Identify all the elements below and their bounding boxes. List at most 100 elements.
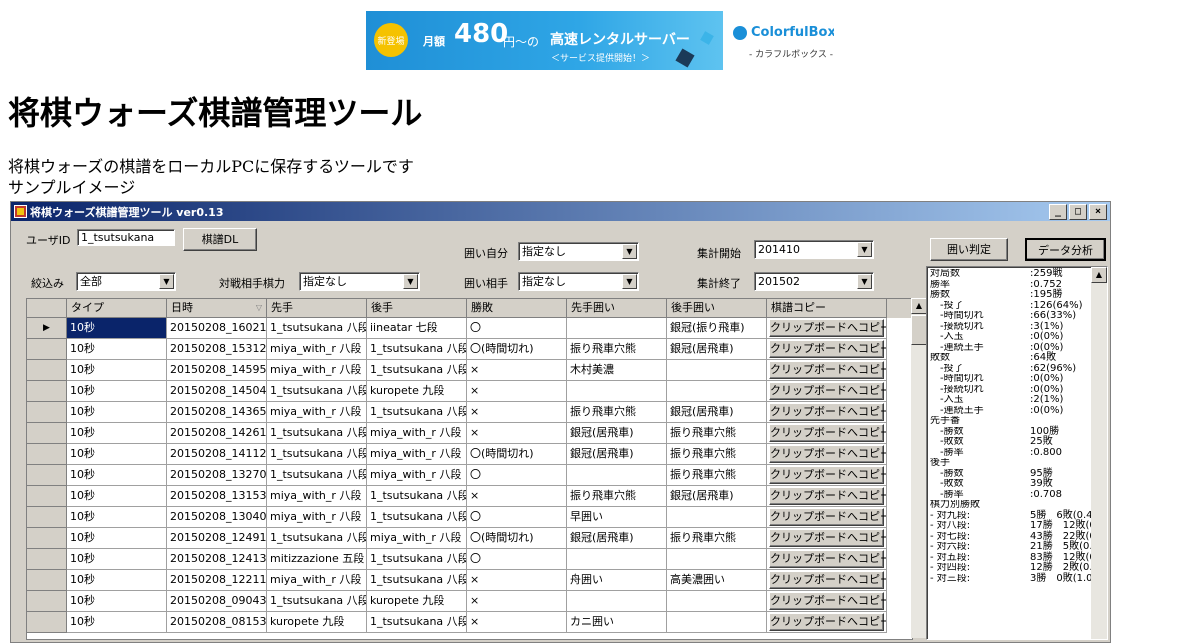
cell-sente[interactable]: miya_with_r 八段 [267,339,367,360]
column-header-gote[interactable]: 後手 [367,299,467,318]
castle-judge-button[interactable]: 囲い判定 [930,238,1008,261]
minimize-button[interactable]: _ [1049,203,1067,220]
scroll-up-icon[interactable]: ▲ [911,298,927,314]
cell-datetime[interactable]: 20150208_124134 [167,549,267,570]
cell-gote-castle[interactable] [667,507,767,528]
column-header-datetime[interactable]: 日時 ▽ [167,299,267,318]
cell-type[interactable]: 10秒 [67,318,167,339]
cell-datetime[interactable]: 20150208_145040 [167,381,267,402]
row-header[interactable] [27,402,67,423]
row-header[interactable] [27,465,67,486]
cell-datetime[interactable]: 20150208_141124 [167,444,267,465]
cell-result[interactable]: × [467,591,567,612]
cell-sente[interactable]: miya_with_r 八段 [267,507,367,528]
table-row[interactable]: 10秒 20150208_124914 1_tsutsukana 八段 miya_wi… [27,528,912,549]
cell-sente[interactable]: 1_tsutsukana 八段 [267,528,367,549]
cell-type[interactable]: 10秒 [67,423,167,444]
cell-sente-castle[interactable]: 銀冠(居飛車) [567,528,667,549]
cell-sente-castle[interactable]: 舟囲い [567,570,667,591]
cell-sente-castle[interactable]: 銀冠(居飛車) [567,444,667,465]
cell-gote-castle[interactable]: 振り飛車穴熊 [667,528,767,549]
cell-sente-castle[interactable] [567,549,667,570]
column-header-type[interactable]: タイプ [67,299,167,318]
row-header[interactable] [27,528,67,549]
end-select[interactable]: 201502 ▼ [754,272,874,291]
maximize-button[interactable]: □ [1069,203,1087,220]
row-header[interactable] [27,360,67,381]
cell-sente-castle[interactable]: 振り飛車穴熊 [567,402,667,423]
cell-gote-castle[interactable]: 高美濃囲い [667,570,767,591]
cell-gote[interactable]: 1_tsutsukana 八段 [367,402,467,423]
cell-sente[interactable]: 1_tsutsukana 八段 [267,444,367,465]
copy-to-clipboard-button[interactable]: クリップボードへコピー [769,508,886,526]
cell-result[interactable]: 〇 [467,507,567,528]
cell-datetime[interactable]: 20150208_160218 [167,318,267,339]
cell-sente-castle[interactable]: 木村美濃 [567,360,667,381]
cell-gote-castle[interactable] [667,360,767,381]
cell-sente[interactable]: 1_tsutsukana 八段 [267,423,367,444]
table-row[interactable]: 10秒 20150208_122114 miya_with_r 八段 1_tsutsu… [27,570,912,591]
copy-to-clipboard-button[interactable]: クリップボードへコピー [769,466,886,484]
rating-select[interactable]: 指定なし ▼ [299,272,420,291]
cell-result[interactable]: × [467,423,567,444]
cell-gote-castle[interactable]: 振り飛車穴熊 [667,423,767,444]
cell-result[interactable]: × [467,570,567,591]
stats-scrollbar[interactable]: ▲ [1091,267,1107,639]
copy-to-clipboard-button[interactable]: クリップボードへコピー [769,592,886,610]
copy-to-clipboard-button[interactable]: クリップボードへコピー [769,319,886,337]
cell-sente-castle[interactable] [567,465,667,486]
filter-select[interactable]: 全部 ▼ [76,272,176,291]
cell-gote-castle[interactable]: 銀冠(振り飛車) [667,318,767,339]
copy-to-clipboard-button[interactable]: クリップボードへコピー [769,613,886,631]
column-header-result[interactable]: 勝敗 [467,299,567,318]
cell-type[interactable]: 10秒 [67,507,167,528]
window-titlebar[interactable]: 将棋ウォーズ棋譜管理ツール ver0.13 _ □ × [11,202,1110,221]
cell-gote[interactable]: 1_tsutsukana 八段 [367,549,467,570]
cell-result[interactable]: 〇 [467,549,567,570]
cell-gote-castle[interactable] [667,549,767,570]
cell-result[interactable]: 〇 [467,465,567,486]
cell-result[interactable]: 〇(時間切れ) [467,339,567,360]
cell-type[interactable]: 10秒 [67,486,167,507]
row-header[interactable] [27,444,67,465]
table-row[interactable]: 10秒 20150208_131532 miya_with_r 八段 1_tsutsu… [27,486,912,507]
cell-gote[interactable]: miya_with_r 八段 [367,444,467,465]
table-row[interactable]: 10秒 20150208_142614 1_tsutsukana 八段 miya_wi… [27,423,912,444]
cell-gote-castle[interactable]: 銀冠(居飛車) [667,339,767,360]
copy-to-clipboard-button[interactable]: クリップボードへコピー [769,529,886,547]
cell-type[interactable]: 10秒 [67,465,167,486]
table-row[interactable]: ▶ 10秒 20150208_160218 1_tsutsukana 八段 iineat… [27,318,912,339]
cell-sente[interactable]: 1_tsutsukana 八段 [267,465,367,486]
cell-gote[interactable]: 1_tsutsukana 八段 [367,570,467,591]
cell-gote[interactable]: 1_tsutsukana 八段 [367,360,467,381]
cell-result[interactable]: × [467,486,567,507]
data-analysis-button[interactable]: データ分析 [1025,238,1106,261]
cell-gote[interactable]: 1_tsutsukana 八段 [367,486,467,507]
cell-sente[interactable]: miya_with_r 八段 [267,570,367,591]
copy-to-clipboard-button[interactable]: クリップボードへコピー [769,445,886,463]
cell-type[interactable]: 10秒 [67,570,167,591]
cell-type[interactable]: 10秒 [67,360,167,381]
row-header[interactable] [27,423,67,444]
copy-to-clipboard-button[interactable]: クリップボードへコピー [769,550,886,568]
row-header[interactable] [27,570,67,591]
download-button[interactable]: 棋譜DL [183,228,257,251]
cell-gote[interactable]: 1_tsutsukana 八段 [367,339,467,360]
cell-sente-castle[interactable] [567,381,667,402]
copy-to-clipboard-button[interactable]: クリップボードへコピー [769,403,886,421]
table-row[interactable]: 10秒 20150208_145956 miya_with_r 八段 1_tsutsu… [27,360,912,381]
cell-result[interactable]: × [467,402,567,423]
dropdown-arrow-icon[interactable]: ▼ [403,274,418,289]
opp-castle-select[interactable]: 指定なし ▼ [518,272,639,291]
cell-type[interactable]: 10秒 [67,339,167,360]
table-row[interactable]: 10秒 20150208_141124 1_tsutsukana 八段 miya_wi… [27,444,912,465]
cell-sente[interactable]: mitizzazione 五段 [267,549,367,570]
cell-sente[interactable]: miya_with_r 八段 [267,360,367,381]
cell-result[interactable]: 〇 [467,318,567,339]
cell-datetime[interactable]: 20150208_143657 [167,402,267,423]
cell-sente[interactable]: miya_with_r 八段 [267,402,367,423]
cell-type[interactable]: 10秒 [67,402,167,423]
dropdown-arrow-icon[interactable]: ▼ [622,274,637,289]
cell-gote-castle[interactable] [667,591,767,612]
cell-type[interactable]: 10秒 [67,381,167,402]
